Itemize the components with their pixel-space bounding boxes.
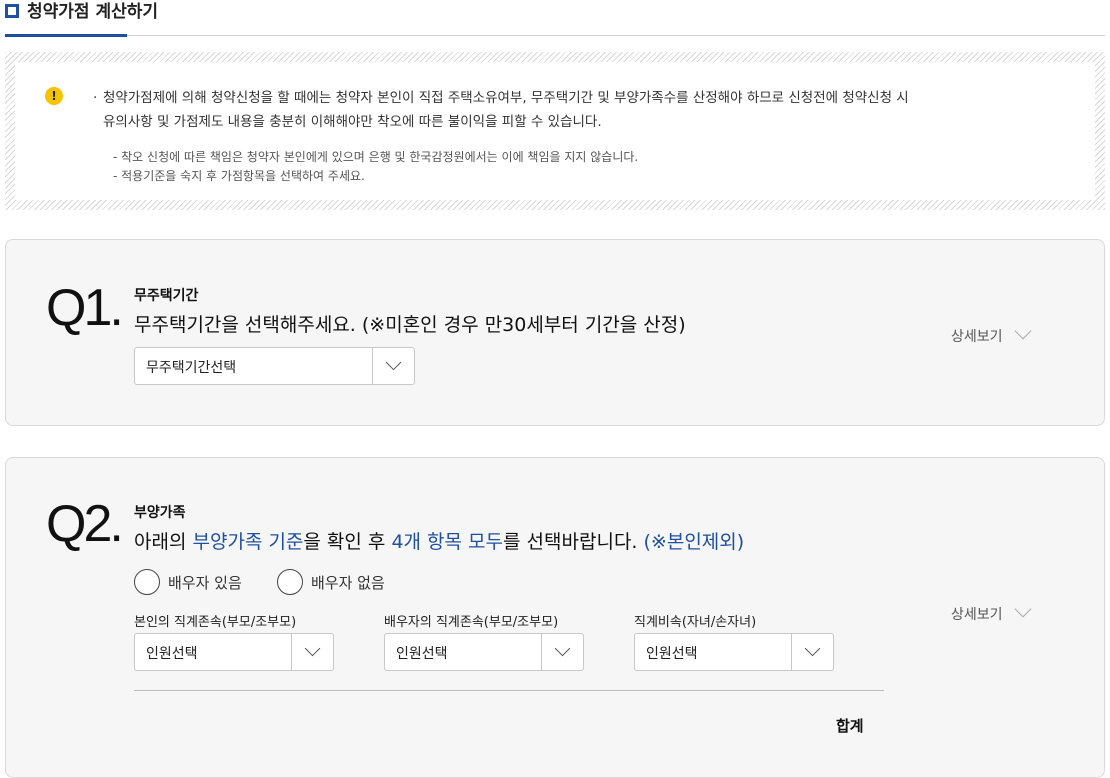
dependent-criteria-link[interactable]: 부양가족 기준 (192, 531, 303, 553)
chevron-down-icon (1014, 600, 1032, 618)
chevron-down-icon (291, 634, 333, 670)
notice-line-1: 청약가점제에 의해 청약신청을 할 때에는 청약자 본인이 직접 주택소유여부,… (103, 90, 909, 106)
question-subtitle: 무주택기간 (134, 288, 199, 304)
notice-sub-2: - 적용기준을 숙지 후 가점항목을 선택하여 주세요. (113, 169, 365, 183)
total-label: 합계 (836, 717, 864, 735)
question-subtitle: 부양가족 (134, 505, 186, 521)
notice-inner: ! · 청약가점제에 의해 청약신청을 할 때에는 청약자 본인이 직접 주택소… (15, 62, 1095, 200)
select-value: 인원선택 (146, 646, 198, 662)
own-ascendants-select[interactable]: 인원선택 (134, 633, 334, 671)
page-header: 청약가점 계산하기 (5, 0, 1105, 37)
question-emphasis: 4개 항목 모두 (391, 531, 504, 553)
detail-toggle[interactable]: 상세보기 (951, 600, 1032, 624)
notice-sub-1: - 착오 신청에 따른 책임은 청약자 본인에게 있으며 은행 및 한국감정원에… (113, 150, 639, 164)
detail-label: 상세보기 (951, 329, 1003, 345)
question-text: 아래의 부양가족 기준을 확인 후 4개 항목 모두를 선택바랍니다. (※본인… (134, 527, 744, 554)
question-text-part: 를 선택바랍니다. (503, 531, 644, 553)
descendants-select[interactable]: 인원선택 (634, 633, 834, 671)
question-text-part: 아래의 (134, 531, 193, 553)
detail-label: 상세보기 (951, 607, 1003, 623)
chevron-down-icon (791, 634, 833, 670)
field-label-spouse-ascendants: 배우자의 직계존속(부모/조부모) (384, 615, 559, 630)
question-number: Q1. (46, 279, 124, 337)
field-label-descendants: 직계비속(자녀/손자녀) (634, 615, 757, 630)
radio-circle[interactable] (277, 569, 303, 595)
question-text-part: 을 확인 후 (303, 531, 392, 553)
radio-label: 배우자 없음 (311, 573, 385, 592)
notice-bullet: · (93, 90, 98, 106)
detail-toggle[interactable]: 상세보기 (951, 322, 1032, 346)
question-card-1: Q1. 무주택기간 무주택기간을 선택해주세요. (※미혼인 경우 만30세부터… (5, 239, 1105, 426)
chevron-down-icon (372, 348, 414, 384)
notice-line-2: 유의사항 및 가점제도 내용을 충분히 이해해야만 착오에 따른 불이익을 피할… (103, 114, 602, 130)
notice-sub-list: - 착오 신청에 따른 책임은 청약자 본인에게 있으며 은행 및 한국감정원에… (113, 148, 638, 186)
question-text: 무주택기간을 선택해주세요. (※미혼인 경우 만30세부터 기간을 산정) (134, 314, 686, 336)
chevron-down-icon (1014, 322, 1032, 340)
radio-circle[interactable] (134, 569, 160, 595)
select-value: 무주택기간선택 (146, 360, 237, 376)
question-number: Q2. (46, 495, 124, 553)
page-title: 청약가점 계산하기 (27, 2, 159, 22)
question-card-2: Q2. 부양가족 아래의 부양가족 기준을 확인 후 4개 항목 모두를 선택바… (5, 457, 1105, 778)
notice-box: ! · 청약가점제에 의해 청약신청을 할 때에는 청약자 본인이 직접 주택소… (5, 52, 1105, 210)
select-value: 인원선택 (396, 646, 448, 662)
radio-spouse-yes[interactable]: 배우자 있음 (134, 568, 242, 596)
field-label-own-ascendants: 본인의 직계존속(부모/조부모) (134, 615, 297, 630)
square-bullet-icon (5, 4, 19, 18)
notice-main-text: · 청약가점제에 의해 청약신청을 할 때에는 청약자 본인이 직접 주택소유여… (93, 86, 1063, 134)
spouse-ascendants-select[interactable]: 인원선택 (384, 633, 584, 671)
divider (134, 690, 884, 691)
title-underline (5, 34, 127, 37)
no-house-period-select[interactable]: 무주택기간선택 (134, 347, 415, 385)
radio-spouse-no[interactable]: 배우자 없음 (277, 568, 385, 596)
warning-icon: ! (45, 87, 63, 105)
question-note: (※본인제외) (643, 531, 745, 553)
radio-label: 배우자 있음 (168, 573, 242, 592)
select-value: 인원선택 (646, 646, 698, 662)
chevron-down-icon (541, 634, 583, 670)
